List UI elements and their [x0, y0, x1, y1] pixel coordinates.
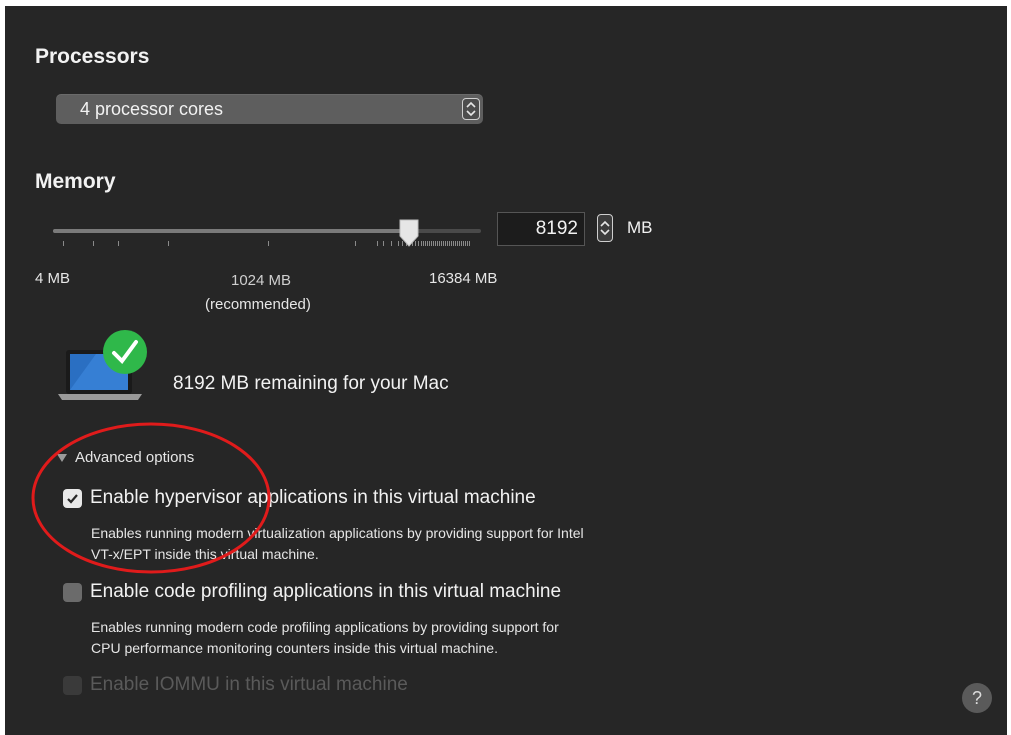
slider-tick [423, 241, 424, 246]
code-profiling-desc-line1: Enables running modern code profiling ap… [91, 619, 559, 635]
hypervisor-desc-line2: VT-x/EPT inside this virtual machine. [91, 546, 319, 562]
stepper-arrows-icon [600, 220, 610, 236]
slider-tick [93, 241, 94, 246]
slider-tick [427, 241, 428, 246]
hypervisor-option-label: Enable hypervisor applications in this v… [90, 487, 536, 508]
slider-tick [469, 241, 470, 246]
slider-tick [377, 241, 378, 246]
slider-tick [435, 241, 436, 246]
slider-tick [425, 241, 426, 246]
slider-tick [455, 241, 456, 246]
settings-panel: Processors 4 processor cores Memory 8192… [5, 6, 1007, 735]
slider-tick [467, 241, 468, 246]
slider-tick [453, 241, 454, 246]
slider-tick [451, 241, 452, 246]
memory-max-label: 16384 MB [429, 270, 498, 287]
iommu-option-label: Enable IOMMU in this virtual machine [90, 674, 408, 695]
memory-value-field[interactable]: 8192 [497, 212, 585, 246]
slider-tick [445, 241, 446, 246]
memory-recommended-note: (recommended) [205, 296, 311, 313]
disclosure-triangle-icon [57, 453, 67, 462]
processors-heading: Processors [35, 45, 150, 68]
slider-tick [459, 241, 460, 246]
memory-stepper[interactable] [597, 214, 613, 242]
slider-tick [463, 241, 464, 246]
slider-tick [447, 241, 448, 246]
slider-tick [441, 241, 442, 246]
slider-tick [431, 241, 432, 246]
memory-remaining-text: 8192 MB remaining for your Mac [173, 373, 449, 394]
slider-tick [118, 241, 119, 246]
memory-unit-label: MB [627, 218, 653, 237]
slider-tick [355, 241, 356, 246]
memory-recommended-value: 1024 MB [231, 272, 292, 289]
code-profiling-desc-line2: CPU performance monitoring counters insi… [91, 640, 498, 656]
slider-tick [439, 241, 440, 246]
iommu-option: Enable IOMMU in this virtual machine [63, 674, 408, 696]
slider-tick [457, 241, 458, 246]
hypervisor-checkbox[interactable] [63, 488, 82, 508]
slider-tick [421, 241, 422, 246]
hypervisor-option-description: Enables running modern virtualization ap… [91, 523, 811, 565]
slider-tick [449, 241, 450, 246]
memory-slider-thumb[interactable] [398, 218, 420, 248]
slider-tick [443, 241, 444, 246]
hypervisor-option[interactable]: Enable hypervisor applications in this v… [63, 487, 536, 509]
iommu-checkbox [63, 675, 82, 695]
code-profiling-option[interactable]: Enable code profiling applications in th… [63, 581, 561, 603]
slider-tick [268, 241, 269, 246]
checkmark-icon [67, 493, 78, 504]
memory-min-label: 4 MB [35, 270, 71, 287]
code-profiling-option-description: Enables running modern code profiling ap… [91, 617, 811, 659]
memory-heading: Memory [35, 170, 116, 193]
mac-laptop-icon [56, 326, 151, 406]
slider-tick [168, 241, 169, 246]
slider-tick [461, 241, 462, 246]
code-profiling-checkbox[interactable] [63, 582, 82, 602]
hypervisor-desc-line1: Enables running modern virtualization ap… [91, 525, 584, 541]
processor-cores-value: 4 processor cores [80, 99, 224, 119]
help-button[interactable]: ? [962, 683, 992, 713]
slider-tick [383, 241, 384, 246]
slider-tick [429, 241, 430, 246]
select-stepper-icon [462, 98, 480, 120]
slider-tick [465, 241, 466, 246]
slider-tick [433, 241, 434, 246]
slider-tick [63, 241, 64, 246]
code-profiling-option-label: Enable code profiling applications in th… [90, 581, 562, 602]
slider-tick [391, 241, 392, 246]
advanced-options-toggle[interactable]: Advanced options [57, 449, 194, 466]
memory-slider-fill [53, 229, 409, 233]
advanced-options-label: Advanced options [75, 449, 195, 466]
check-ok-icon [103, 330, 147, 374]
processor-cores-select[interactable]: 4 processor cores [56, 94, 483, 124]
slider-tick [437, 241, 438, 246]
